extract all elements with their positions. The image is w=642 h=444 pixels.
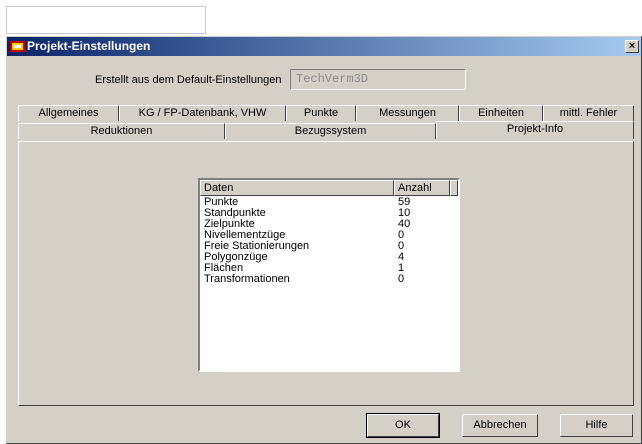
tab-kg-fp-datenbank[interactable]: KG / FP-Datenbank, VHW <box>119 105 286 121</box>
tab-allgemeines[interactable]: Allgemeines <box>18 105 119 121</box>
tab-punkte[interactable]: Punkte <box>286 105 356 121</box>
list-header: Daten Anzahl <box>200 180 458 196</box>
tab-einheiten[interactable]: Einheiten <box>459 105 543 121</box>
source-settings-field: TechVerm3D <box>290 69 466 90</box>
column-header-filler <box>450 180 458 196</box>
dialog-title: Projekt-Einstellungen <box>27 39 151 53</box>
source-settings-label: Erstellt aus dem Default-Einstellungen <box>95 74 282 86</box>
cancel-button[interactable]: Abbrechen <box>462 414 538 437</box>
item-name: Transformationen <box>204 273 290 285</box>
tab-projekt-info[interactable]: Projekt-Info <box>436 121 634 139</box>
background-input-field[interactable] <box>6 6 206 34</box>
close-button[interactable]: × <box>625 40 639 53</box>
column-header-anzahl[interactable]: Anzahl <box>394 180 450 196</box>
tab-mittl-fehler[interactable]: mittl. Fehler <box>543 105 634 121</box>
app-icon <box>10 41 25 52</box>
title-bar[interactable]: Projekt-Einstellungen × <box>7 37 641 56</box>
project-info-list[interactable]: Daten Anzahl Punkte 59 Standpunkte 10 Zi… <box>198 178 460 372</box>
ok-button[interactable]: OK <box>366 413 440 438</box>
list-item[interactable]: Transformationen 0 <box>200 274 458 285</box>
tab-messungen[interactable]: Messungen <box>356 105 459 121</box>
project-settings-dialog: Projekt-Einstellungen × Erstellt aus dem… <box>6 36 642 444</box>
column-header-daten[interactable]: Daten <box>200 180 394 196</box>
tab-bezugssystem[interactable]: Bezugssystem <box>225 123 436 139</box>
tab-reduktionen[interactable]: Reduktionen <box>18 123 225 139</box>
item-count: 0 <box>398 273 405 285</box>
help-button[interactable]: Hilfe <box>560 414 633 437</box>
